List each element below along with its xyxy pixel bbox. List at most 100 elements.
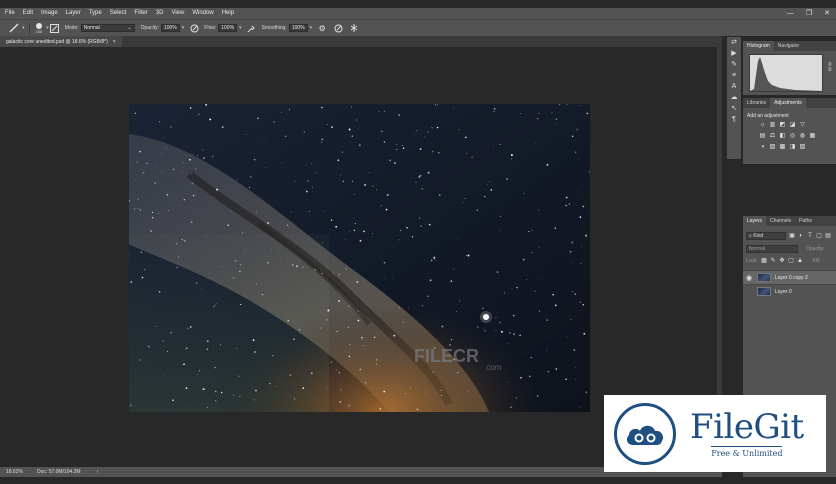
gradient-map-icon[interactable]: ▧ bbox=[799, 144, 806, 151]
menu-edit[interactable]: Edit bbox=[19, 8, 37, 19]
mode-select[interactable]: Normal ⌄ bbox=[80, 24, 135, 32]
lock-position-icon[interactable]: ✥ bbox=[779, 258, 785, 264]
tab-layers[interactable]: Layers bbox=[743, 216, 767, 226]
tab-histogram[interactable]: Histogram bbox=[743, 41, 774, 51]
tab-paths[interactable]: Paths bbox=[795, 216, 816, 226]
history-icon[interactable]: ⇄ bbox=[727, 37, 741, 48]
filegit-tagline: Free & Unlimited bbox=[711, 446, 783, 458]
tab-channels[interactable]: Channels bbox=[766, 216, 795, 226]
threshold-icon[interactable]: ▩ bbox=[779, 144, 786, 151]
lock-transparent-icon[interactable]: ▦ bbox=[761, 258, 767, 264]
histogram-options-icon[interactable]: ≡ ≡ bbox=[828, 62, 834, 73]
zoom-level[interactable]: 18.62% bbox=[6, 469, 23, 475]
layers-panel-tabs: Layers Channels Paths bbox=[743, 216, 836, 226]
filegit-name: FileGit bbox=[690, 407, 804, 447]
layer-name[interactable]: Layer 0 copy 2 bbox=[775, 275, 808, 281]
cc-libraries-icon[interactable]: ☁ bbox=[727, 92, 741, 103]
pressure-size-icon[interactable] bbox=[332, 22, 344, 34]
opacity-field[interactable]: 100% bbox=[160, 24, 180, 32]
blend-row: Normal Opacity: bbox=[746, 245, 824, 253]
minimize-button[interactable]: — bbox=[787, 8, 794, 19]
layer-row[interactable]: ◉ Layer 0 bbox=[743, 284, 836, 298]
photo-filter-icon[interactable]: ◎ bbox=[789, 133, 796, 140]
curves-icon[interactable]: ◩ bbox=[779, 122, 786, 129]
menu-filter[interactable]: Filter bbox=[130, 8, 151, 19]
brush-settings-icon[interactable] bbox=[49, 22, 61, 34]
color-balance-icon[interactable]: ⚖ bbox=[769, 133, 776, 140]
filter-shape-icon[interactable]: ▢ bbox=[816, 233, 822, 239]
flow-dropdown-icon[interactable]: ▾ bbox=[239, 25, 242, 31]
filter-pixel-icon[interactable]: ▣ bbox=[789, 233, 795, 239]
actions-play-icon[interactable]: ▶ bbox=[727, 48, 741, 59]
menu-file[interactable]: File bbox=[0, 8, 19, 19]
opacity-dropdown-icon[interactable]: ▾ bbox=[182, 25, 185, 31]
restore-button[interactable]: ❐ bbox=[806, 8, 812, 19]
layer-kind-filter[interactable]: ⌕ Kind bbox=[746, 232, 786, 240]
menu-window[interactable]: Window bbox=[188, 8, 217, 19]
brush-tool-icon[interactable] bbox=[8, 22, 20, 34]
brightness-contrast-icon[interactable]: ☼ bbox=[759, 122, 766, 129]
lock-all-icon[interactable]: 🔒︎ bbox=[797, 258, 803, 264]
close-button[interactable]: ✕ bbox=[824, 8, 830, 19]
character-icon[interactable]: A bbox=[727, 81, 741, 92]
tool-preset-dropdown-icon[interactable]: ▾ bbox=[22, 25, 25, 31]
layer-name[interactable]: Layer 0 bbox=[775, 289, 792, 295]
menu-view[interactable]: View bbox=[167, 8, 188, 19]
gear-icon[interactable]: ⚙ bbox=[316, 22, 328, 34]
filter-smart-icon[interactable]: ▤ bbox=[825, 233, 831, 239]
menu-select[interactable]: Select bbox=[106, 8, 131, 19]
tab-navigator[interactable]: Navigator bbox=[774, 41, 803, 51]
invert-icon[interactable]: ◑ bbox=[759, 144, 766, 151]
paragraph-icon[interactable]: ¶ bbox=[727, 114, 741, 125]
pressure-opacity-icon[interactable] bbox=[188, 22, 200, 34]
brush-size-picker[interactable]: 100 bbox=[36, 22, 42, 34]
color-lookup-icon[interactable]: ▦ bbox=[809, 133, 816, 140]
exposure-icon[interactable]: ◪ bbox=[789, 122, 796, 129]
tab-adjustments[interactable]: Adjustments bbox=[770, 98, 806, 108]
filecr-watermark-sub: .com bbox=[484, 363, 502, 372]
menu-help[interactable]: Help bbox=[218, 8, 238, 19]
layer-row[interactable]: ◉ Layer 0 copy 2 bbox=[743, 270, 836, 284]
milky-way-photo[interactable]: FILECR .com bbox=[129, 104, 590, 412]
eye-hidden-icon[interactable]: ◉ bbox=[743, 288, 755, 296]
opacity-label: Opacity: bbox=[140, 25, 159, 31]
hue-saturation-icon[interactable]: ▤ bbox=[759, 133, 766, 140]
document-tab[interactable]: galactic core unedited.psd @ 18.6% (RGB/… bbox=[0, 36, 122, 47]
lock-row: Lock: ▦ ✎ ✥ ▢ 🔒︎ Fill: bbox=[746, 258, 821, 264]
blend-mode-select[interactable]: Normal bbox=[746, 245, 798, 253]
status-arrow-icon[interactable]: › bbox=[97, 469, 99, 475]
menu-3d[interactable]: 3D bbox=[152, 8, 168, 19]
tab-libraries[interactable]: Libraries bbox=[743, 98, 770, 108]
menu-image[interactable]: Image bbox=[37, 8, 62, 19]
menu-layer[interactable]: Layer bbox=[62, 8, 85, 19]
mode-dropdown-icon: ⌄ bbox=[127, 25, 132, 31]
symmetry-icon[interactable] bbox=[348, 22, 360, 34]
lock-image-icon[interactable]: ✎ bbox=[770, 258, 776, 264]
properties-icon[interactable]: ≡ bbox=[727, 70, 741, 81]
adjustment-row-2: ▤ ⚖ ◧ ◎ ◍ ▦ bbox=[759, 133, 816, 140]
levels-icon[interactable]: ▥ bbox=[769, 122, 776, 129]
black-white-icon[interactable]: ◧ bbox=[779, 133, 786, 140]
smoothing-dropdown-icon[interactable]: ▾ bbox=[310, 25, 313, 31]
lock-artboard-icon[interactable]: ▢ bbox=[788, 258, 794, 264]
vibrance-icon[interactable]: ▽ bbox=[799, 122, 806, 129]
filter-adjustment-icon[interactable]: ◐ bbox=[798, 233, 804, 239]
posterize-icon[interactable]: ▨ bbox=[769, 144, 776, 151]
eye-icon[interactable]: ◉ bbox=[743, 274, 755, 282]
brush-presets-icon[interactable]: ✎ bbox=[727, 59, 741, 70]
channel-mixer-icon[interactable]: ◍ bbox=[799, 133, 806, 140]
window-controls: — ❐ ✕ bbox=[787, 8, 830, 19]
smoothing-field[interactable]: 100% bbox=[288, 24, 308, 32]
menu-type[interactable]: Type bbox=[85, 8, 106, 19]
filegit-watermark: FileGit Free & Unlimited bbox=[604, 395, 826, 472]
histogram-panel-tabs: Histogram Navigator bbox=[743, 41, 836, 51]
filter-type-icon[interactable]: T bbox=[807, 233, 813, 239]
flow-field[interactable]: 100% bbox=[218, 24, 238, 32]
airbrush-icon[interactable] bbox=[246, 22, 258, 34]
filegit-text: FileGit Free & Unlimited bbox=[690, 409, 804, 458]
layer-kind-value: Kind bbox=[753, 233, 764, 239]
document-tab-close-icon[interactable]: × bbox=[113, 39, 116, 45]
selective-color-icon[interactable]: ◨ bbox=[789, 144, 796, 151]
bright-star-halo bbox=[480, 311, 492, 323]
histogram-curve bbox=[750, 57, 822, 91]
